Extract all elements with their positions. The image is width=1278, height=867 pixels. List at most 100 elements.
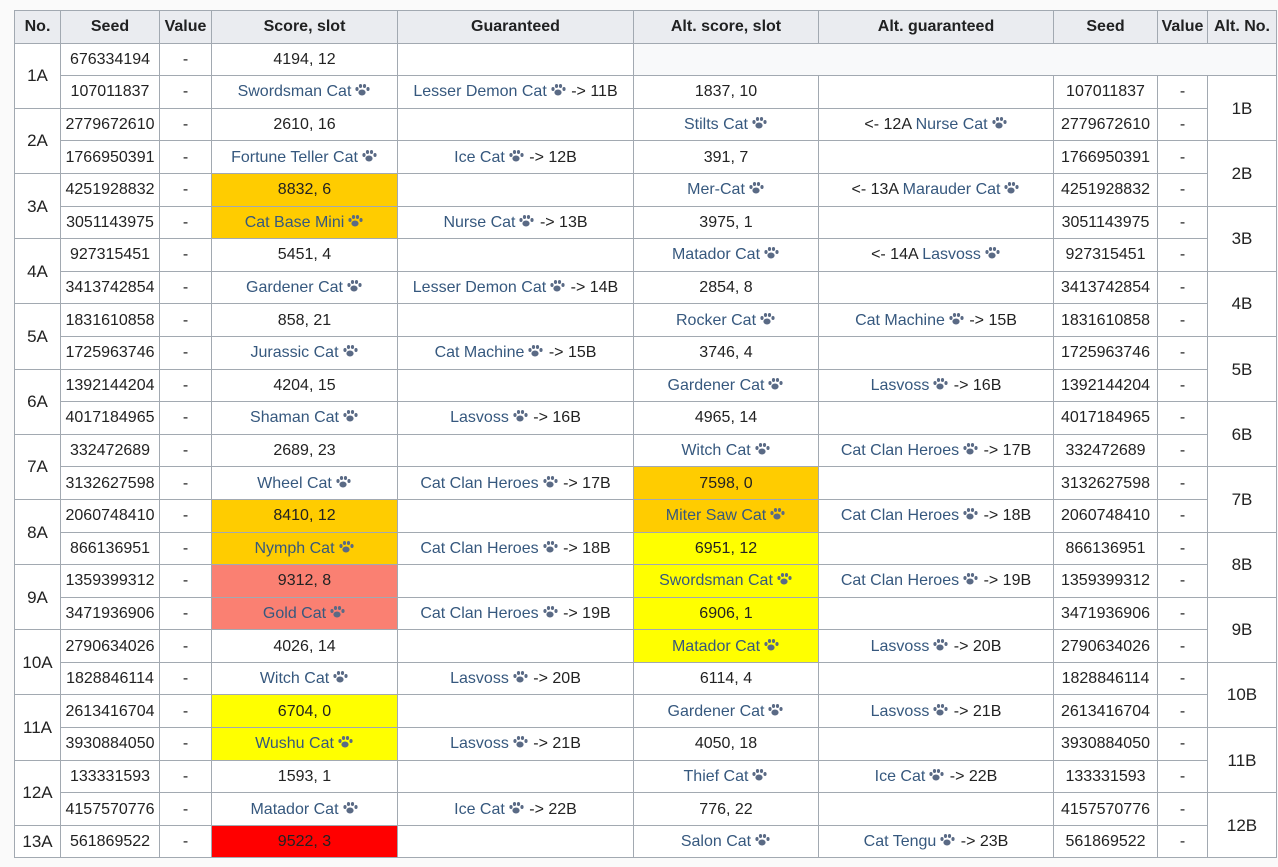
guaranteed-cat-link[interactable]: Ice Cat bbox=[454, 801, 505, 818]
cat-link[interactable]: Fortune Teller Cat bbox=[231, 149, 358, 166]
guaranteed-cell[interactable]: Lasvoss -> 20B bbox=[397, 661, 634, 696]
alt-score-slot-cell[interactable]: Witch Cat bbox=[633, 433, 819, 468]
cat-link[interactable]: Shaman Cat bbox=[250, 409, 339, 426]
guaranteed-cat-link[interactable]: Cat Machine bbox=[435, 344, 525, 361]
alt-guaranteed-cell[interactable]: Cat Tengu -> 23B bbox=[818, 824, 1054, 859]
guaranteed-cell[interactable]: Ice Cat -> 22B bbox=[397, 792, 634, 826]
score-slot-cell[interactable]: Gardener Cat bbox=[211, 270, 398, 305]
score-slot-cell[interactable]: Cat Base Mini bbox=[211, 205, 398, 240]
cat-link[interactable]: Witch Cat bbox=[260, 670, 329, 687]
alt-score-slot-cell[interactable]: Thief Cat bbox=[633, 759, 819, 794]
score-slot-cell[interactable]: Jurassic Cat bbox=[211, 335, 398, 370]
guaranteed-cell[interactable]: Cat Clan Heroes -> 18B bbox=[397, 531, 634, 566]
score-slot-cell[interactable]: Wushu Cat bbox=[211, 727, 398, 761]
cat-link[interactable]: Matador Cat bbox=[250, 801, 338, 818]
header-alt-no[interactable]: Alt. No. bbox=[1207, 10, 1277, 44]
guaranteed-cell[interactable]: Lasvoss -> 16B bbox=[397, 401, 634, 435]
cat-link[interactable]: Witch Cat bbox=[681, 442, 750, 459]
alt-guaranteed-cell[interactable]: Cat Clan Heroes -> 17B bbox=[818, 433, 1054, 468]
alt-guaranteed-cell[interactable]: <- 12A Nurse Cat bbox=[818, 107, 1054, 142]
guaranteed-cat-link[interactable]: Cat Clan Heroes bbox=[420, 540, 538, 557]
alt-guaranteed-cell[interactable]: Cat Clan Heroes -> 18B bbox=[818, 498, 1054, 533]
score-slot-cell[interactable]: Nymph Cat bbox=[211, 531, 398, 566]
alt-score-slot-cell[interactable]: Matador Cat bbox=[633, 238, 819, 272]
alt-score-slot-cell[interactable]: Miter Saw Cat bbox=[633, 498, 819, 533]
alt-guaranteed-cell[interactable]: Lasvoss -> 16B bbox=[818, 368, 1054, 403]
guaranteed-cell[interactable]: Cat Clan Heroes -> 19B bbox=[397, 596, 634, 631]
cat-link[interactable]: Matador Cat bbox=[672, 246, 760, 263]
alt-score-slot-cell[interactable]: Mer-Cat bbox=[633, 172, 819, 207]
guaranteed-cat-link[interactable]: Ice Cat bbox=[875, 768, 926, 785]
guaranteed-cat-link[interactable]: Marauder Cat bbox=[903, 181, 1001, 198]
cat-link[interactable]: Nymph Cat bbox=[254, 540, 334, 557]
alt-guaranteed-cell[interactable]: Lasvoss -> 20B bbox=[818, 629, 1054, 663]
guaranteed-cat-link[interactable]: Lasvoss bbox=[450, 409, 509, 426]
alt-score-slot-cell[interactable]: Gardener Cat bbox=[633, 368, 819, 403]
cat-link[interactable]: Mer-Cat bbox=[687, 181, 745, 198]
guaranteed-cat-link[interactable]: Lasvoss bbox=[450, 735, 509, 752]
alt-score-slot-cell[interactable]: Salon Cat bbox=[633, 824, 819, 859]
cat-link[interactable]: Rocker Cat bbox=[676, 312, 756, 329]
cat-link[interactable]: Gardener Cat bbox=[668, 377, 765, 394]
guaranteed-cat-link[interactable]: Lasvoss bbox=[871, 377, 930, 394]
guaranteed-cell[interactable]: Cat Clan Heroes -> 17B bbox=[397, 466, 634, 500]
header-value[interactable]: Value bbox=[159, 10, 212, 44]
alt-score-slot-cell[interactable]: Matador Cat bbox=[633, 629, 819, 663]
cat-link[interactable]: Swordsman Cat bbox=[238, 83, 352, 100]
cat-link[interactable]: Wushu Cat bbox=[255, 735, 334, 752]
alt-score-slot-cell[interactable]: Gardener Cat bbox=[633, 694, 819, 729]
score-slot-cell[interactable]: Fortune Teller Cat bbox=[211, 140, 398, 174]
guaranteed-cat-link[interactable]: Nurse Cat bbox=[443, 214, 515, 231]
guaranteed-cat-link[interactable]: Lesser Demon Cat bbox=[413, 83, 546, 100]
alt-guaranteed-cell[interactable]: Lasvoss -> 21B bbox=[818, 694, 1054, 729]
alt-guaranteed-cell[interactable]: Ice Cat -> 22B bbox=[818, 759, 1054, 794]
guaranteed-cell[interactable]: Lasvoss -> 21B bbox=[397, 727, 634, 761]
header-alt-guaranteed[interactable]: Alt. guaranteed bbox=[818, 10, 1054, 44]
cat-link[interactable]: Stilts Cat bbox=[684, 116, 748, 133]
guaranteed-cell[interactable]: Lesser Demon Cat -> 14B bbox=[397, 270, 634, 305]
guaranteed-cat-link[interactable]: Cat Clan Heroes bbox=[841, 507, 959, 524]
score-slot-cell[interactable]: Swordsman Cat bbox=[211, 75, 398, 109]
cat-link[interactable]: Gardener Cat bbox=[246, 279, 343, 296]
guaranteed-cell[interactable]: Lesser Demon Cat -> 11B bbox=[397, 75, 634, 109]
cat-link[interactable]: Swordsman Cat bbox=[659, 572, 773, 589]
header-seed[interactable]: Seed bbox=[60, 10, 160, 44]
guaranteed-cat-link[interactable]: Nurse Cat bbox=[916, 116, 988, 133]
score-slot-cell[interactable]: Witch Cat bbox=[211, 661, 398, 696]
guaranteed-cat-link[interactable]: Ice Cat bbox=[454, 149, 505, 166]
cat-link[interactable]: Thief Cat bbox=[684, 768, 749, 785]
guaranteed-cat-link[interactable]: Lasvoss bbox=[871, 703, 930, 720]
guaranteed-cat-link[interactable]: Cat Machine bbox=[855, 312, 945, 329]
guaranteed-cat-link[interactable]: Lasvoss bbox=[922, 246, 981, 263]
cat-link[interactable]: Jurassic Cat bbox=[250, 344, 338, 361]
alt-score-slot-cell[interactable]: Rocker Cat bbox=[633, 303, 819, 337]
guaranteed-cat-link[interactable]: Lasvoss bbox=[450, 670, 509, 687]
header-alt-score-slot[interactable]: Alt. score, slot bbox=[633, 10, 819, 44]
score-slot-cell[interactable]: Wheel Cat bbox=[211, 466, 398, 500]
guaranteed-cell[interactable]: Cat Machine -> 15B bbox=[397, 335, 634, 370]
cat-link[interactable]: Matador Cat bbox=[672, 638, 760, 655]
alt-guaranteed-cell[interactable]: <- 13A Marauder Cat bbox=[818, 172, 1054, 207]
cat-link[interactable]: Wheel Cat bbox=[257, 475, 332, 492]
header-alt-value[interactable]: Value bbox=[1157, 10, 1208, 44]
score-slot-cell[interactable]: Matador Cat bbox=[211, 792, 398, 826]
alt-guaranteed-cell[interactable]: <- 14A Lasvoss bbox=[818, 238, 1054, 272]
cat-link[interactable]: Cat Base Mini bbox=[245, 214, 345, 231]
guaranteed-cat-link[interactable]: Lasvoss bbox=[871, 638, 930, 655]
guaranteed-cat-link[interactable]: Cat Clan Heroes bbox=[420, 475, 538, 492]
cat-link[interactable]: Salon Cat bbox=[681, 833, 751, 850]
guaranteed-cat-link[interactable]: Lesser Demon Cat bbox=[413, 279, 546, 296]
cat-link[interactable]: Miter Saw Cat bbox=[666, 507, 766, 524]
cat-link[interactable]: Gardener Cat bbox=[668, 703, 765, 720]
header-guaranteed[interactable]: Guaranteed bbox=[397, 10, 634, 44]
header-score-slot[interactable]: Score, slot bbox=[211, 10, 398, 44]
guaranteed-cell[interactable]: Nurse Cat -> 13B bbox=[397, 205, 634, 240]
alt-guaranteed-cell[interactable]: Cat Machine -> 15B bbox=[818, 303, 1054, 337]
alt-guaranteed-cell[interactable]: Cat Clan Heroes -> 19B bbox=[818, 564, 1054, 598]
cat-link[interactable]: Gold Cat bbox=[263, 605, 326, 622]
guaranteed-cat-link[interactable]: Cat Clan Heroes bbox=[841, 572, 959, 589]
score-slot-cell[interactable]: Shaman Cat bbox=[211, 401, 398, 435]
guaranteed-cat-link[interactable]: Cat Clan Heroes bbox=[420, 605, 538, 622]
alt-score-slot-cell[interactable]: Swordsman Cat bbox=[633, 564, 819, 598]
guaranteed-cell[interactable]: Ice Cat -> 12B bbox=[397, 140, 634, 174]
